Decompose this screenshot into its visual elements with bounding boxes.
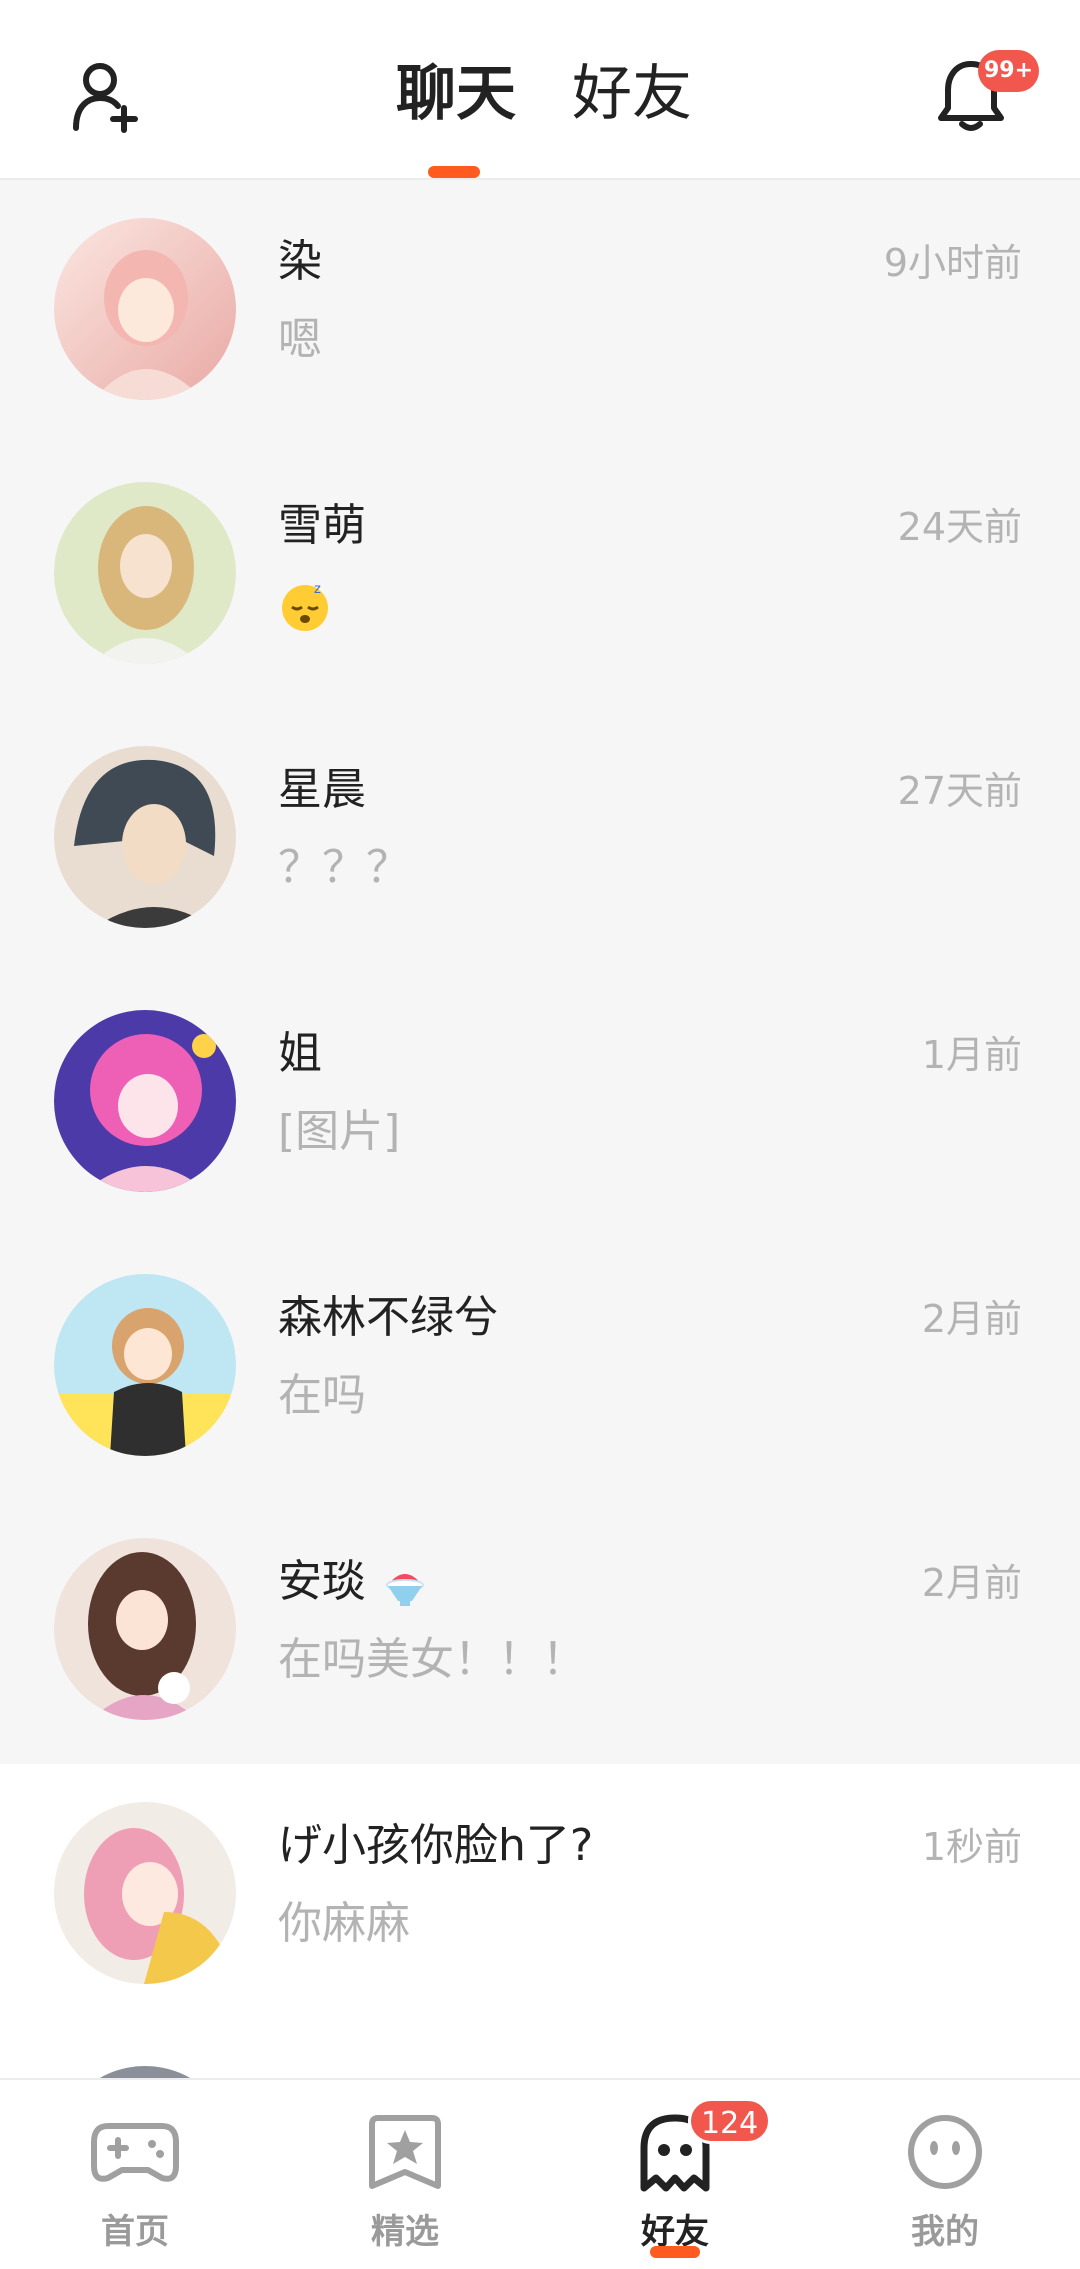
contact-name: げ小孩你脸h了? bbox=[278, 1820, 594, 1871]
avatar bbox=[54, 1274, 236, 1456]
star-bookmark-icon bbox=[369, 2115, 441, 2189]
message-preview: ？？？ bbox=[278, 842, 410, 893]
top-header: 聊天 好友 99+ bbox=[0, 0, 1080, 180]
active-nav-indicator bbox=[650, 2246, 700, 2258]
chat-row[interactable]: げ小孩你脸h了? 你麻麻 1秒前 bbox=[0, 1764, 1080, 2028]
sleepy-face-emoji: z bbox=[282, 582, 328, 631]
message-time: 2月前 bbox=[921, 1297, 1022, 1341]
chat-row[interactable]: 染 嗯 9小时前 bbox=[0, 180, 1080, 444]
notification-badge: 99+ bbox=[978, 50, 1040, 92]
message-preview: 嗯 bbox=[278, 314, 322, 365]
contact-name: 姐 bbox=[278, 1028, 322, 1079]
avatar bbox=[54, 746, 236, 928]
message-preview: [图片] bbox=[278, 1106, 401, 1157]
avatar bbox=[54, 1538, 236, 1720]
chat-row[interactable]: 星晨 ？？？ 27天前 bbox=[0, 708, 1080, 972]
nav-label: 我的 bbox=[911, 2212, 979, 2252]
nav-label: 精选 bbox=[371, 2212, 439, 2252]
nav-label: 首页 bbox=[101, 2212, 169, 2252]
chat-row[interactable]: 姐 [图片] 1月前 bbox=[0, 972, 1080, 1236]
message-time: 9小时前 bbox=[883, 241, 1022, 285]
message-preview: 你麻麻 bbox=[278, 1898, 410, 1949]
message-time: 2月前 bbox=[921, 1561, 1022, 1605]
shaved-ice-emoji bbox=[386, 1574, 424, 1606]
chat-list: 染 嗯 9小时前 雪萌 z 24天前 星晨 ？？？ 27天前 姐 [图片] 1月… bbox=[0, 180, 1080, 2078]
avatar bbox=[54, 482, 236, 664]
chat-row[interactable]: 森林不绿兮 在吗 2月前 bbox=[0, 1236, 1080, 1500]
message-time: 1秒前 bbox=[921, 1825, 1022, 1869]
chat-row[interactable] bbox=[0, 2028, 1080, 2078]
nav-item-me[interactable]: 我的 bbox=[810, 2080, 1080, 2269]
active-tab-indicator bbox=[428, 166, 480, 178]
message-time: 27天前 bbox=[897, 769, 1022, 813]
chat-row[interactable]: 安琰 在吗美女！！！ 2月前 bbox=[0, 1500, 1080, 1764]
gamepad-icon bbox=[91, 2123, 179, 2182]
avatar bbox=[54, 1802, 236, 1984]
avatar bbox=[54, 2066, 236, 2078]
svg-text:z: z bbox=[314, 582, 321, 597]
nav-item-featured[interactable]: 精选 bbox=[270, 2080, 540, 2269]
contact-name: 雪萌 bbox=[278, 500, 366, 551]
add-friend-icon[interactable] bbox=[70, 58, 146, 134]
tab-friends[interactable]: 好友 bbox=[572, 54, 692, 134]
contact-name: 染 bbox=[278, 236, 322, 287]
tab-chat[interactable]: 聊天 bbox=[396, 54, 516, 134]
contact-name: 星晨 bbox=[278, 764, 366, 815]
message-preview: 在吗美女！！！ bbox=[278, 1634, 586, 1685]
contact-name: 森林不绿兮 bbox=[278, 1292, 498, 1343]
nav-item-home[interactable]: 首页 bbox=[0, 2080, 270, 2269]
avatar bbox=[54, 218, 236, 400]
smiley-face-icon bbox=[908, 2115, 982, 2189]
chat-row[interactable]: 雪萌 z 24天前 bbox=[0, 444, 1080, 708]
message-preview: z bbox=[278, 576, 332, 633]
avatar bbox=[54, 1010, 236, 1192]
message-preview: 在吗 bbox=[278, 1370, 366, 1421]
nav-item-friends[interactable]: 124 好友 bbox=[540, 2080, 810, 2269]
message-time: 1月前 bbox=[921, 1033, 1022, 1077]
message-time: 24天前 bbox=[897, 505, 1022, 549]
friends-badge: 124 bbox=[688, 2098, 772, 2144]
bottom-nav: 首页 精选 124 好友 我的 bbox=[0, 2078, 1080, 2269]
contact-name: 安琰 bbox=[278, 1554, 430, 1610]
